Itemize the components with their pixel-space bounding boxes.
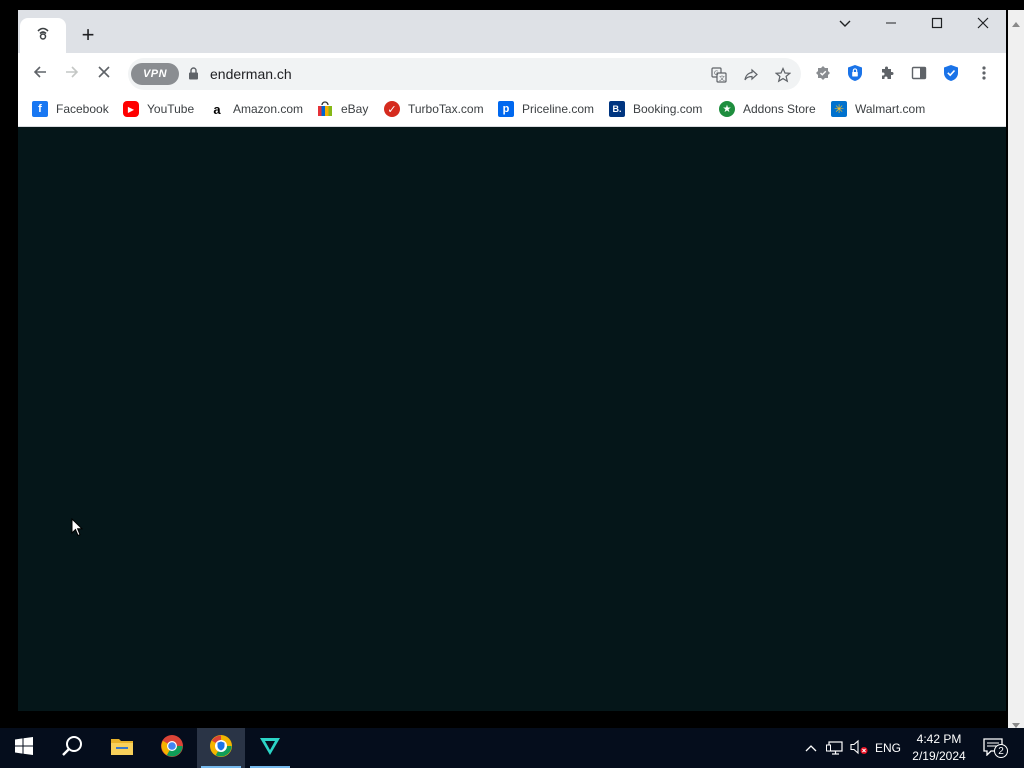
scroll-up-icon[interactable] — [1012, 14, 1020, 32]
bookmark-label: YouTube — [147, 102, 195, 116]
address-bar[interactable]: VPN enderman.ch G文 — [128, 58, 801, 90]
more-menu-icon[interactable] — [973, 62, 995, 84]
minimize-icon — [885, 16, 897, 34]
bookmark-label: Booking.com — [633, 102, 703, 116]
bookmark-label: Priceline.com — [522, 102, 595, 116]
clock-time: 4:42 PM — [916, 732, 962, 746]
action-center-button[interactable]: 2 — [978, 728, 1010, 768]
vpn-app-button[interactable] — [246, 728, 294, 768]
lock-icon[interactable] — [188, 67, 199, 85]
folder-icon — [110, 736, 134, 761]
ebay-icon — [317, 101, 333, 117]
page-content[interactable] — [18, 127, 1006, 711]
turbotax-icon: ✓ — [384, 101, 400, 117]
close-button[interactable] — [960, 10, 1006, 40]
chrome-button[interactable] — [148, 728, 196, 768]
bookmark-turbotax[interactable]: ✓ TurboTax.com — [384, 100, 484, 118]
notification-icon: 2 — [983, 738, 1008, 758]
notification-count-badge: 2 — [994, 744, 1008, 758]
forward-button[interactable] — [58, 61, 86, 87]
search-button[interactable] — [48, 728, 96, 768]
addons-store-icon: ★ — [719, 101, 735, 117]
url-text[interactable]: enderman.ch — [210, 66, 292, 82]
new-tab-button[interactable]: + — [76, 23, 100, 47]
language-indicator[interactable]: ENG — [872, 728, 904, 768]
amazon-icon: a — [209, 101, 225, 117]
windows-icon — [15, 736, 33, 760]
tab-strip: + — [18, 10, 1006, 53]
chevron-up-icon — [805, 741, 817, 755]
bookmark-amazon[interactable]: a Amazon.com — [209, 100, 303, 118]
vertical-scrollbar[interactable] — [1008, 10, 1024, 728]
start-button[interactable] — [0, 728, 48, 768]
side-panel-icon[interactable] — [908, 62, 930, 84]
extension-badge-icon[interactable] — [812, 62, 834, 84]
clock[interactable]: 4:42 PM 2/19/2024 — [906, 728, 972, 768]
bookmark-booking[interactable]: B. Booking.com — [609, 100, 702, 118]
tab-search-button[interactable] — [822, 10, 868, 40]
priceline-icon: p — [498, 101, 514, 117]
chrome-icon — [160, 734, 184, 763]
arrow-left-icon — [32, 64, 48, 85]
bookmark-walmart[interactable]: ✳ Walmart.com — [831, 100, 925, 118]
file-explorer-button[interactable] — [98, 728, 146, 768]
search-icon — [61, 735, 83, 762]
bookmark-facebook[interactable]: f Facebook — [32, 100, 109, 118]
show-hidden-icons-button[interactable] — [800, 728, 822, 768]
close-icon — [977, 16, 989, 34]
vpn-app-icon — [259, 736, 281, 761]
browser-tab[interactable] — [20, 18, 66, 53]
clock-date: 2/19/2024 — [912, 749, 966, 763]
chevron-down-icon — [838, 16, 852, 35]
browser-toolbar: VPN enderman.ch G文 — [18, 53, 1006, 93]
mouse-cursor-icon — [71, 517, 84, 542]
extensions-puzzle-icon[interactable] — [876, 62, 898, 84]
bookmark-priceline[interactable]: p Priceline.com — [498, 100, 594, 118]
secure-browser-button[interactable] — [197, 728, 245, 768]
security-shield-extension-icon[interactable] — [940, 62, 962, 84]
minimize-button[interactable] — [868, 10, 914, 40]
share-icon[interactable] — [740, 64, 762, 86]
browser-window: + VPN enderman.ch G 文 f Facebook ▶ YouTu… — [18, 10, 1006, 711]
bookmark-youtube[interactable]: ▶ YouTube — [123, 100, 194, 118]
bookmark-ebay[interactable]: eBay — [317, 100, 368, 118]
shield-browser-icon — [209, 734, 233, 763]
walmart-icon: ✳ — [831, 101, 847, 117]
taskbar: ENG 4:42 PM 2/19/2024 2 — [0, 728, 1024, 768]
bookmark-label: Walmart.com — [855, 102, 926, 116]
vpn-shield-extension-icon[interactable] — [844, 62, 866, 84]
vpn-badge[interactable]: VPN — [131, 63, 179, 85]
bookmark-label: Amazon.com — [233, 102, 304, 116]
bookmark-label: TurboTax.com — [408, 102, 484, 116]
volume-muted-icon — [850, 739, 868, 758]
volume-button[interactable] — [848, 728, 870, 768]
translate-icon[interactable]: G文 — [708, 64, 730, 86]
maximize-button[interactable] — [914, 10, 960, 40]
youtube-icon: ▶ — [123, 101, 139, 117]
bookmark-label: Addons Store — [743, 102, 816, 116]
bookmarks-bar: f Facebook ▶ YouTube a Amazon.com eBay ✓… — [18, 93, 1006, 127]
tab-favicon-icon — [36, 26, 50, 45]
maximize-icon — [931, 16, 943, 34]
back-button[interactable] — [26, 61, 54, 87]
network-status-button[interactable] — [824, 728, 846, 768]
bookmark-label: eBay — [341, 102, 369, 116]
stop-loading-button[interactable] — [90, 61, 118, 87]
facebook-icon: f — [32, 101, 48, 117]
stop-icon — [97, 65, 111, 84]
svg-text:文: 文 — [719, 75, 725, 83]
bookmark-star-icon[interactable] — [772, 64, 794, 86]
network-icon — [826, 739, 844, 758]
bookmark-label: Facebook — [56, 102, 109, 116]
booking-icon: B. — [609, 101, 625, 117]
arrow-right-icon — [64, 64, 80, 85]
bookmark-addons-store[interactable]: ★ Addons Store — [719, 100, 816, 118]
